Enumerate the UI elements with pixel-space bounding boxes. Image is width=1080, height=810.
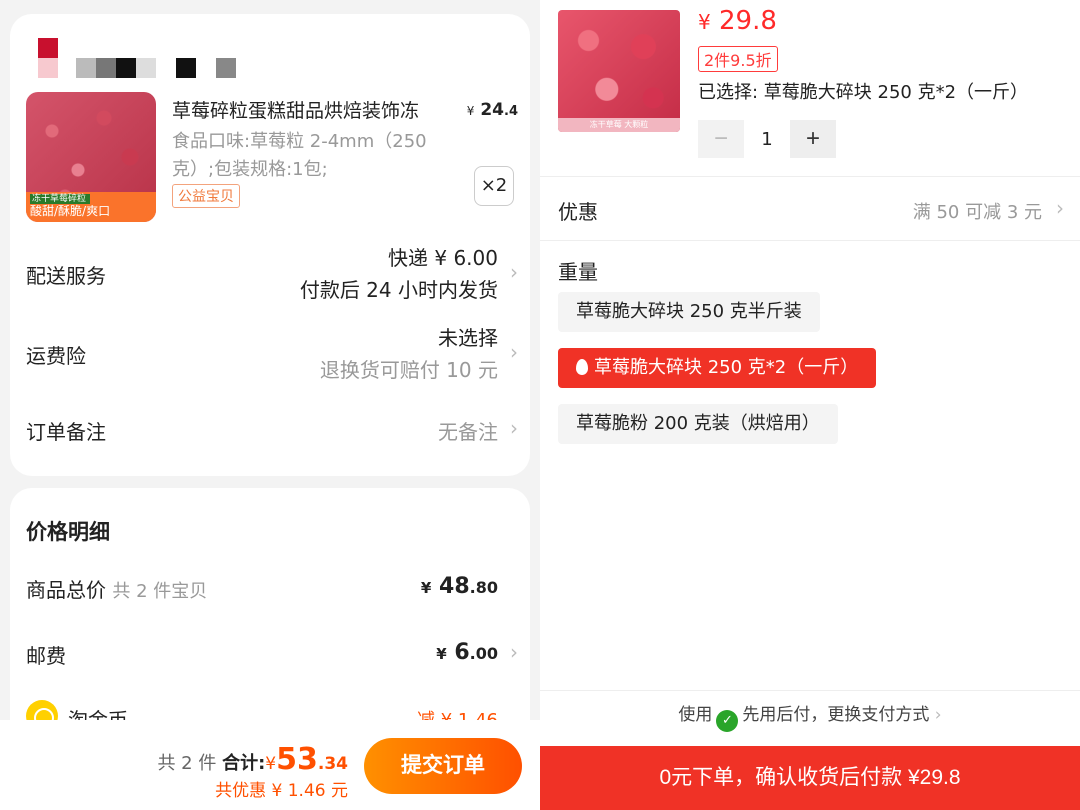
offer-value: 满 50 可减 3 元 <box>912 202 1042 223</box>
divider <box>540 176 1080 177</box>
product-price: ¥ 24.4 <box>466 100 518 120</box>
thumb-caption-bottom: 酸甜/酥脆/爽口 <box>30 204 111 218</box>
order-total: 共 2 件 合计:¥53.34 <box>157 742 348 777</box>
quantity-badge: ×2 <box>474 166 514 206</box>
sku-option[interactable]: 草莓脆大碎块 250 克半斤装 <box>558 292 820 332</box>
remark-row[interactable]: 订单备注 无备注 › <box>26 416 518 446</box>
delivery-value: 快递 ¥ 6.00 <box>388 246 498 270</box>
goods-total-value: ¥ 48.80 <box>420 574 498 599</box>
goods-total-label: 商品总价 <box>26 578 106 602</box>
confirm-order-button[interactable]: 0元下单，确认收货后付款 ¥29.8 <box>540 746 1080 810</box>
chevron-right-icon: › <box>510 260 518 284</box>
charity-badge: 公益宝贝 <box>172 184 240 208</box>
sku-price: ¥ 29.8 <box>698 6 777 36</box>
divider <box>540 240 1080 241</box>
chevron-right-icon: › <box>510 416 518 440</box>
delivery-row[interactable]: 配送服务 快递 ¥ 6.00 付款后 24 小时内发货 › <box>26 242 518 304</box>
shipping-value: ¥ 6.00 <box>436 640 498 665</box>
decrease-button[interactable]: − <box>698 120 744 158</box>
shipping-label: 邮费 <box>26 644 66 668</box>
product-title: 草莓碎粒蛋糕甜品烘焙装饰冻 <box>172 100 420 122</box>
remark-label: 订单备注 <box>26 420 106 444</box>
sku-option[interactable]: 草莓脆粉 200 克装（烘焙用） <box>558 404 838 444</box>
thumb-caption-top: 冻干草莓碎粒 <box>30 194 90 204</box>
pay-method-row[interactable]: 使用 ✓ 先用后付，更换支付方式 › <box>540 700 1080 732</box>
order-item[interactable]: 冻干草莓碎粒 酸甜/酥脆/爽口 草莓碎粒蛋糕甜品烘焙装饰冻 ¥ 24.4 食品口… <box>26 92 518 224</box>
selected-sku-text: 已选择: 草莓脆大碎块 250 克*2（一斤） <box>698 82 1029 103</box>
quantity-stepper: − 1 + <box>698 120 836 158</box>
pay-later-icon: ✓ <box>716 710 739 732</box>
sku-selector-panel: 冻干草莓 大颗粒 ¥ 29.8 2件9.5折 已选择: 草莓脆大碎块 250 克… <box>540 0 1080 810</box>
delivery-sub: 付款后 24 小时内发货 <box>299 278 498 302</box>
product-thumbnail: 冻干草莓碎粒 酸甜/酥脆/爽口 <box>26 92 156 222</box>
item-count: 共 2 件 <box>157 753 217 774</box>
chevron-right-icon: › <box>510 340 518 364</box>
shop-name-blurred <box>76 58 236 78</box>
offer-label: 优惠 <box>558 200 598 224</box>
total-discount: 共优惠 ¥ 1.46 元 <box>215 781 348 801</box>
insurance-sub: 退换货可赔付 10 元 <box>319 358 498 382</box>
delivery-label: 配送服务 <box>26 264 106 288</box>
goods-total-row: 商品总价 共 2 件宝贝 ¥ 48.80 <box>26 574 518 604</box>
fire-icon <box>576 359 588 375</box>
chevron-right-icon: › <box>510 640 518 664</box>
shop-logo <box>38 38 58 78</box>
sku-thumbnail[interactable]: 冻干草莓 大颗粒 <box>558 10 680 132</box>
quantity-value: 1 <box>761 128 773 150</box>
product-spec: 食品口味:草莓粒 2-4mm（250 克）;包装规格:1包; <box>172 131 427 180</box>
price-detail-title: 价格明细 <box>26 520 110 544</box>
discount-tag: 2件9.5折 <box>698 46 778 72</box>
shipping-row[interactable]: 邮费 ¥ 6.00 › <box>26 640 518 670</box>
increase-button[interactable]: + <box>790 120 836 158</box>
pay-method-text: 先用后付，更换支付方式 <box>742 705 930 725</box>
weight-label: 重量 <box>558 260 598 284</box>
remark-value: 无备注 <box>438 420 498 444</box>
goods-count: 共 2 件宝贝 <box>112 581 208 602</box>
insurance-value: 未选择 <box>438 326 498 350</box>
insurance-label: 运费险 <box>26 344 86 368</box>
sku-thumb-band: 冻干草莓 大颗粒 <box>558 118 680 132</box>
order-confirm-panel: 冻干草莓碎粒 酸甜/酥脆/爽口 草莓碎粒蛋糕甜品烘焙装饰冻 ¥ 24.4 食品口… <box>0 0 540 810</box>
pay-prefix: 使用 <box>678 705 713 725</box>
total-amount: 53 <box>276 742 318 777</box>
sku-option-selected[interactable]: 草莓脆大碎块 250 克*2（一斤） <box>558 348 877 388</box>
chevron-right-icon: › <box>1056 196 1064 220</box>
submit-order-button[interactable]: 提交订单 <box>364 738 522 794</box>
total-label: 合计: <box>222 753 266 774</box>
chevron-right-icon: › <box>934 705 942 725</box>
insurance-row[interactable]: 运费险 未选择 退换货可赔付 10 元 › <box>26 322 518 384</box>
divider <box>540 690 1080 691</box>
